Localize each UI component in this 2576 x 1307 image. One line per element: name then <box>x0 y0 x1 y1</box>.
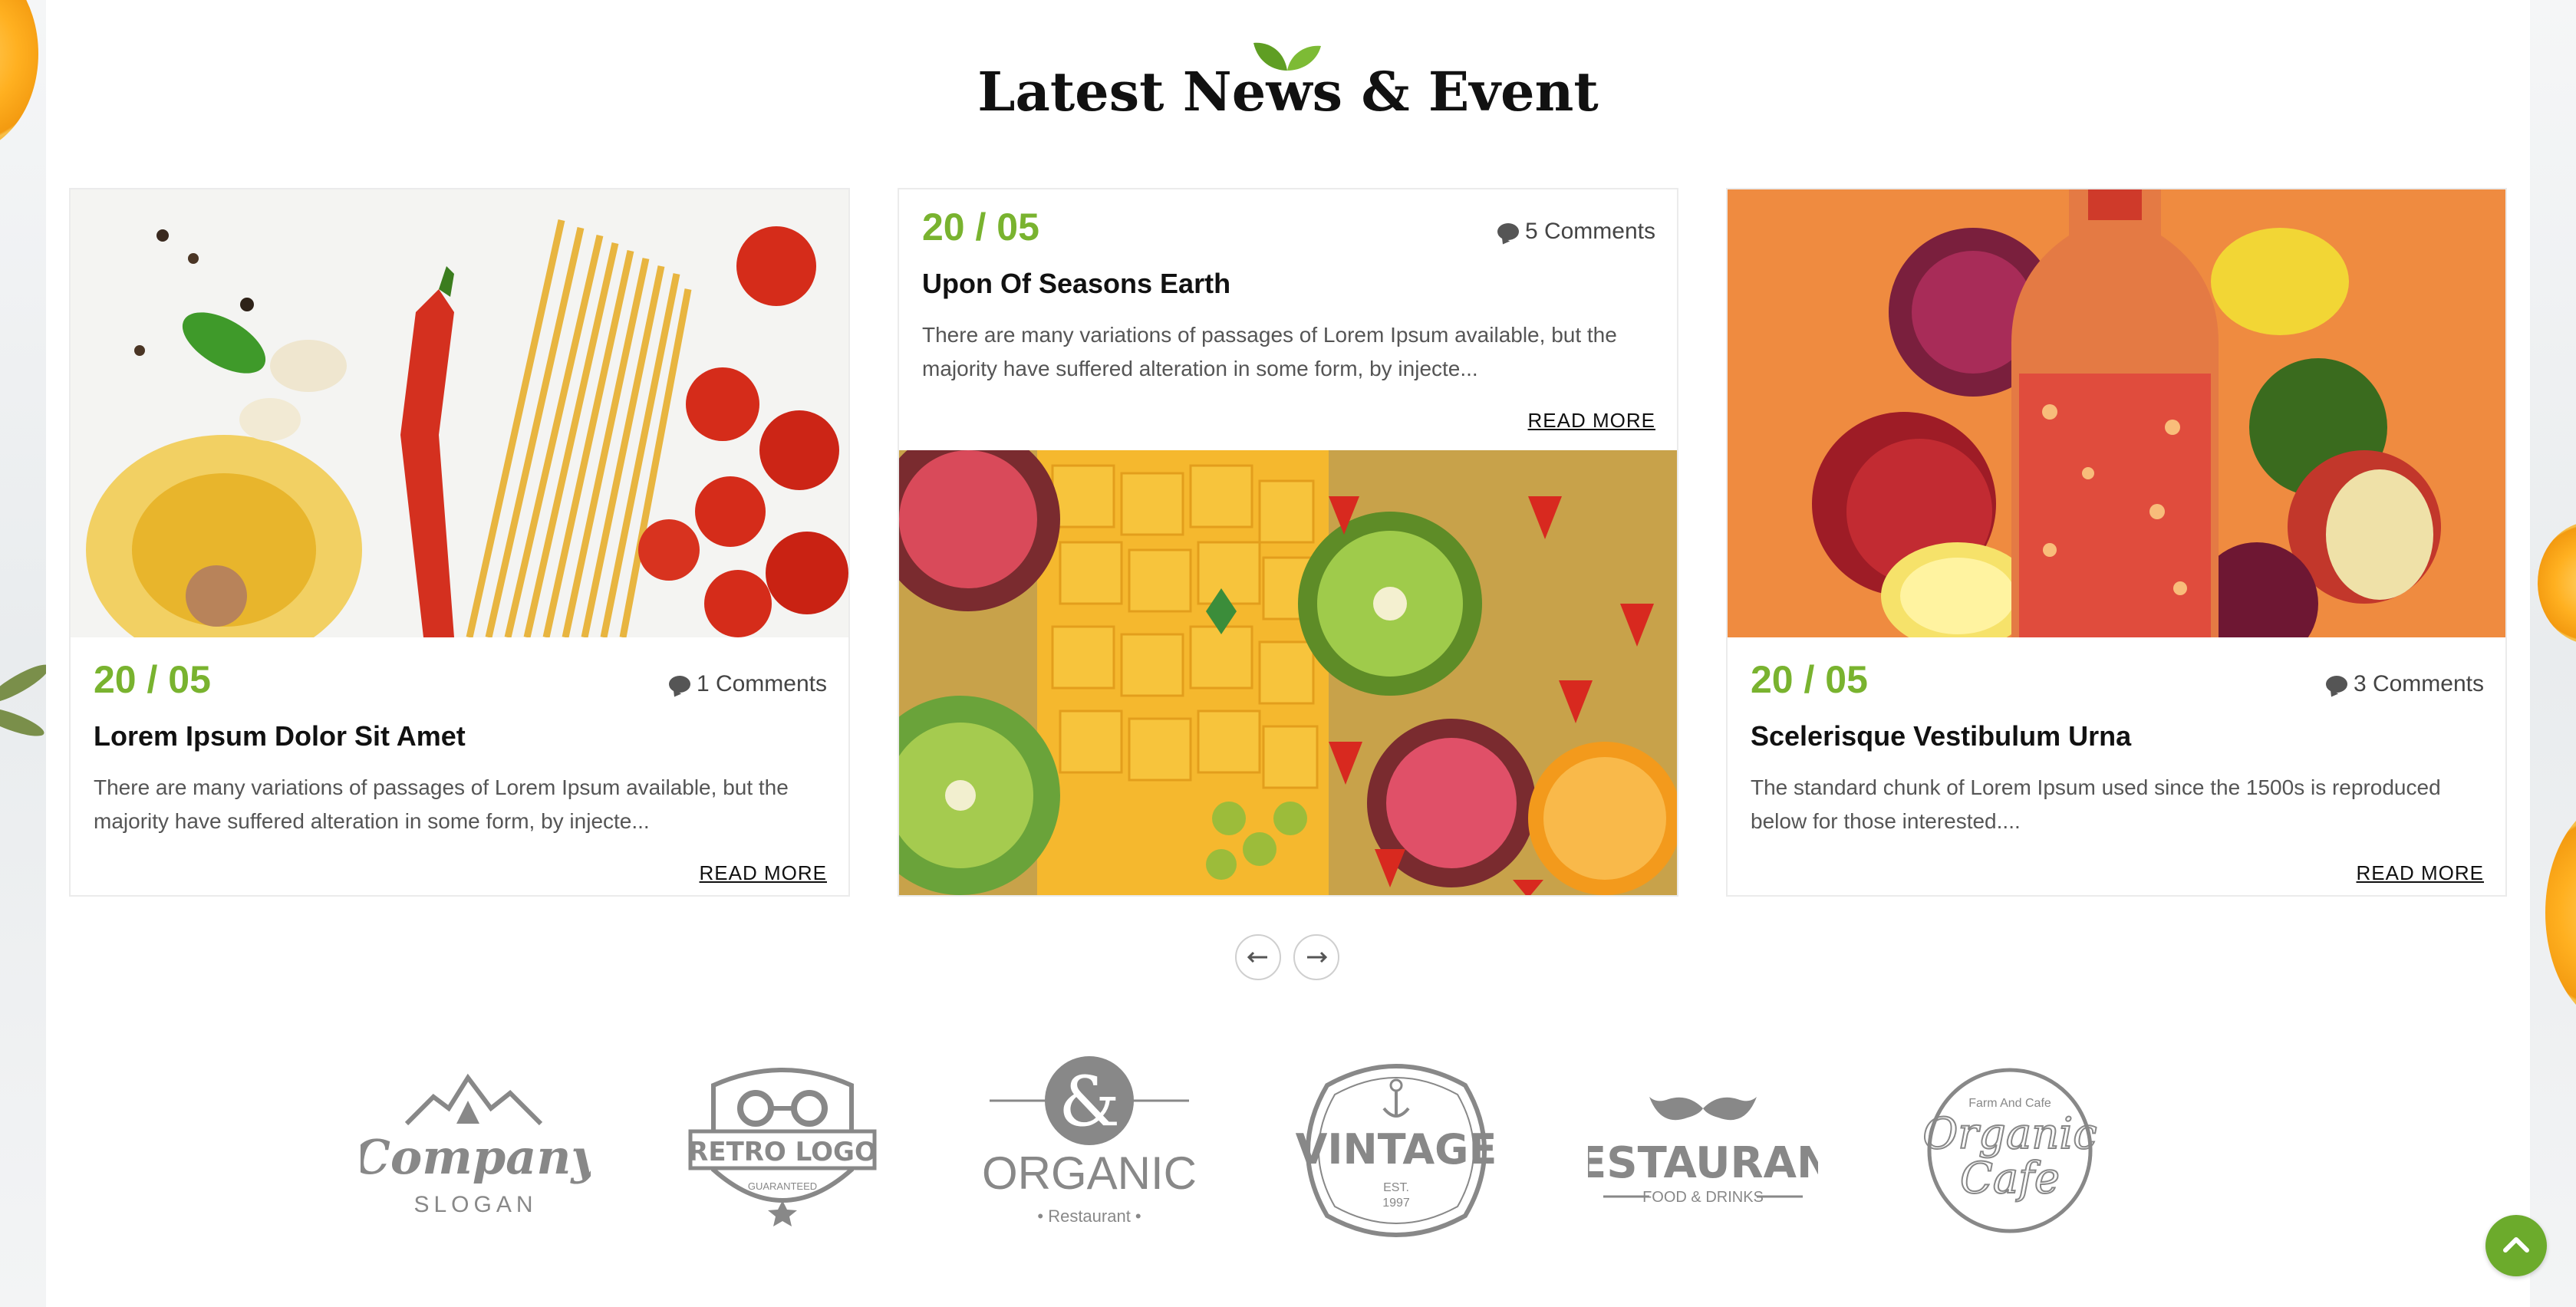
news-image-fruits[interactable] <box>899 450 1677 895</box>
post-date: 20 / 05 <box>1751 658 1868 701</box>
post-excerpt: There are many variations of passages of… <box>94 775 789 833</box>
brand-cafe-top: Farm And Cafe <box>1968 1097 2051 1110</box>
comment-icon <box>668 676 690 693</box>
orange-slice-decoration <box>0 0 38 153</box>
carousel-nav <box>1235 934 1350 980</box>
brand-retro-name: RETRO LOGO <box>688 1137 877 1167</box>
comments-count[interactable]: 3 Comments <box>2325 671 2484 697</box>
post-excerpt: There are many variations of passages of… <box>922 323 1617 380</box>
brand-logo-vintage[interactable]: VINTAGE EST. 1997 <box>1281 1055 1511 1246</box>
orange-slice-decoration <box>2538 522 2576 644</box>
carousel-next-button[interactable] <box>1293 934 1339 980</box>
comments-count[interactable]: 5 Comments <box>1497 219 1655 245</box>
post-title[interactable]: Scelerisque Vestibulum Urna <box>1751 720 2131 752</box>
brand-logo-organic-cafe[interactable]: Farm And Cafe Organic Cafe <box>1895 1055 2125 1246</box>
brand-vintage-name: VINTAGE <box>1296 1125 1497 1174</box>
comment-icon <box>2325 676 2347 693</box>
brand-vintage-year: 1997 <box>1382 1197 1410 1210</box>
brand-logos: Company SLOGAN RETRO LOGO GUARANTEED & O <box>46 1055 2530 1246</box>
brand-company-slogan: SLOGAN <box>413 1192 537 1217</box>
comments-label: 1 Comments <box>696 671 827 696</box>
arrow-right-icon <box>1307 951 1328 963</box>
herb-decoration <box>0 658 46 709</box>
orange-slice-decoration <box>2545 798 2576 1028</box>
brand-organic-sub: • Restaurant • <box>1037 1207 1141 1226</box>
post-excerpt: The standard chunk of Lorem Ipsum used s… <box>1751 775 2441 833</box>
section-header: Latest News & Event <box>46 0 2530 153</box>
brand-logo-retro[interactable]: RETRO LOGO GUARANTEED <box>667 1055 898 1246</box>
arrow-left-icon <box>1247 951 1267 963</box>
carousel-prev-button[interactable] <box>1235 934 1281 980</box>
comments-count[interactable]: 1 Comments <box>668 671 827 697</box>
news-card: 20 / 05 1 Comments Lorem Ipsum Dolor Sit… <box>69 188 850 897</box>
post-title[interactable]: Lorem Ipsum Dolor Sit Amet <box>94 720 466 752</box>
page-content: Latest News & Event 20 / 05 1 Comments L… <box>46 0 2530 1307</box>
brand-logo-restaurant[interactable]: RESTAURANT FOOD & DRINKS <box>1544 1055 1862 1246</box>
brand-company-name: Company <box>361 1129 591 1185</box>
post-date: 20 / 05 <box>922 206 1039 249</box>
comments-label: 3 Comments <box>2353 671 2484 696</box>
read-more-link[interactable]: READ MORE <box>1528 409 1655 433</box>
post-title[interactable]: Upon Of Seasons Earth <box>922 268 1230 300</box>
brand-restaurant-name: RESTAURANT <box>1588 1138 1818 1188</box>
brand-cafe-line1: Organic <box>1922 1109 2097 1159</box>
news-card: 20 / 05 5 Comments Upon Of Seasons Earth… <box>898 188 1678 897</box>
read-more-link[interactable]: READ MORE <box>700 861 827 885</box>
news-image-bottle[interactable] <box>1728 189 2505 637</box>
brand-restaurant-sub: FOOD & DRINKS <box>1642 1189 1764 1206</box>
news-image-pasta[interactable] <box>71 189 848 637</box>
brand-logo-company[interactable]: Company SLOGAN <box>353 1055 601 1246</box>
brand-organic-name: ORGANIC <box>982 1147 1197 1199</box>
background-right <box>2530 0 2576 1307</box>
brand-logo-organic[interactable]: & ORGANIC • Restaurant • <box>974 1055 1204 1246</box>
section-title: Latest News & Event <box>977 60 1599 123</box>
brand-vintage-est: EST. <box>1383 1181 1409 1194</box>
chevron-up-icon <box>2503 1237 2529 1253</box>
comments-label: 5 Comments <box>1524 219 1655 244</box>
comment-icon <box>1497 223 1519 240</box>
post-date: 20 / 05 <box>94 658 211 701</box>
brand-cafe-line2: Cafe <box>1960 1154 2060 1203</box>
read-more-link[interactable]: READ MORE <box>2357 861 2484 885</box>
background-left <box>0 0 46 1307</box>
scroll-to-top-button[interactable] <box>2485 1215 2547 1276</box>
brand-retro-tag: GUARANTEED <box>748 1180 817 1192</box>
herb-decoration <box>0 702 46 742</box>
news-card: 20 / 05 3 Comments Scelerisque Vestibulu… <box>1726 188 2507 897</box>
brand-organic-symbol: & <box>1059 1062 1120 1142</box>
